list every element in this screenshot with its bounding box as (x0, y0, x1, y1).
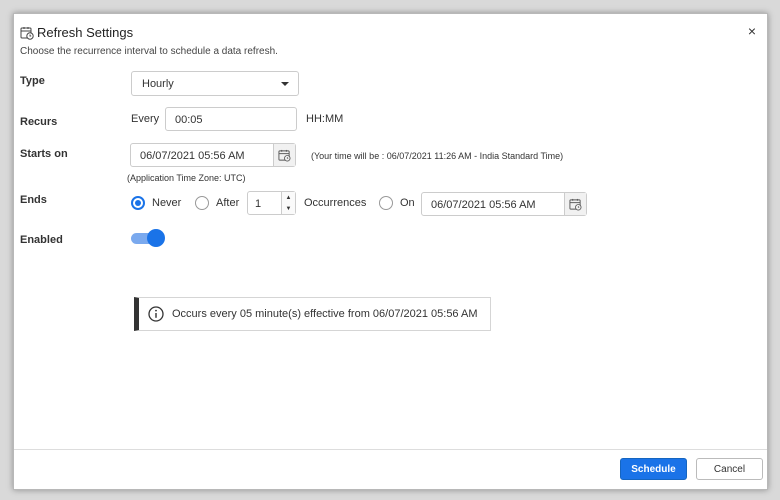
type-select[interactable]: Hourly (131, 71, 299, 96)
local-time-note: (Your time will be : 06/07/2021 11:26 AM… (311, 151, 564, 161)
start-date-input[interactable]: 06/07/2021 05:56 AM (130, 143, 296, 167)
calendar-icon (569, 198, 582, 210)
recurs-interval-value: 00:05 (175, 114, 203, 126)
refresh-settings-dialog: Refresh Settings Choose the recurrence i… (13, 13, 768, 490)
dialog-subtitle: Choose the recurrence interval to schedu… (20, 46, 278, 57)
ends-never-radio[interactable] (131, 196, 145, 210)
start-date-picker-button[interactable] (273, 144, 295, 166)
occurrences-stepper[interactable]: 1 ▲ ▼ (247, 191, 296, 215)
increment-icon[interactable]: ▲ (286, 195, 292, 201)
close-button[interactable]: × (748, 24, 756, 38)
occurrences-value: 1 (255, 198, 262, 210)
schedule-button[interactable]: Schedule (620, 458, 687, 480)
recurs-interval-input[interactable]: 00:05 (165, 107, 297, 131)
dialog-header: Refresh Settings (20, 25, 133, 40)
ends-on-radio[interactable] (379, 196, 393, 210)
toggle-knob (147, 229, 165, 247)
start-date-value: 06/07/2021 05:56 AM (140, 150, 245, 162)
enabled-label: Enabled (20, 234, 63, 246)
ends-on-label: On (400, 197, 415, 209)
occurrences-label: Occurrences (304, 197, 367, 209)
dialog-title: Refresh Settings (37, 25, 134, 40)
end-date-input[interactable]: 06/07/2021 05:56 AM (421, 192, 587, 216)
chevron-down-icon (281, 82, 289, 86)
end-date-picker-button[interactable] (564, 193, 586, 215)
enabled-toggle[interactable] (131, 229, 165, 247)
stepper-buttons: ▲ ▼ (281, 192, 295, 214)
decrement-icon[interactable]: ▼ (286, 206, 292, 212)
recurs-label: Recurs (20, 116, 58, 128)
calendar-clock-icon (20, 26, 34, 40)
type-label: Type (20, 75, 45, 87)
ends-never-label: Never (152, 197, 182, 209)
schedule-summary-text: Occurs every 05 minute(s) effective from… (172, 308, 478, 320)
format-label: HH:MM (306, 113, 344, 125)
cancel-button[interactable]: Cancel (696, 458, 763, 480)
ends-after-radio[interactable] (195, 196, 209, 210)
end-date-value: 06/07/2021 05:56 AM (431, 199, 536, 211)
timezone-note: (Application Time Zone: UTC) (127, 173, 246, 183)
ends-label: Ends (20, 194, 47, 206)
every-label: Every (131, 113, 160, 125)
calendar-icon (278, 149, 291, 161)
info-icon (148, 306, 164, 322)
type-select-value: Hourly (142, 78, 174, 90)
starts-on-label: Starts on (20, 148, 68, 160)
ends-after-label: After (216, 197, 240, 209)
close-icon: × (747, 23, 756, 39)
dialog-footer: Schedule Cancel (14, 449, 767, 489)
schedule-summary: Occurs every 05 minute(s) effective from… (134, 297, 491, 331)
